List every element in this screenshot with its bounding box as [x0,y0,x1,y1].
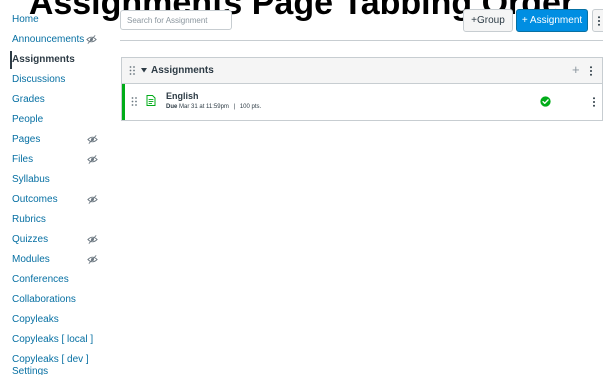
assignment-points: 100 pts. [239,104,262,110]
sidebar-item-label: Files [12,154,34,165]
caret-down-icon[interactable] [141,68,147,73]
sidebar-item-copyleaks-local[interactable]: Copyleaks [ local ] [12,330,112,350]
assignment-row[interactable]: English Due Mar 31 at 11:59pm | 100 pts. [122,84,602,120]
sidebar-item-label: Conferences [12,274,69,285]
sidebar-item-discussions[interactable]: Discussions [12,70,112,90]
sidebar-item-rubrics[interactable]: Rubrics [12,210,112,230]
eye-slash-icon [87,235,98,244]
assignment-group: Assignments + English Due Mar 31 at 11:5… [121,57,603,121]
sidebar-item-label: Announcements [12,34,85,45]
sidebar-item-label: Grades [12,94,45,105]
sidebar-item-collaborations[interactable]: Collaborations [12,290,112,310]
sidebar-item-label: Assignments [12,54,75,65]
assignment-group-header[interactable]: Assignments + [122,58,602,84]
kebab-menu-icon [598,16,600,26]
sidebar-item-assignments[interactable]: Assignments [10,50,112,70]
sidebar-item-label: Quizzes [12,234,49,245]
sidebar-item-outcomes[interactable]: Outcomes [12,190,112,210]
sidebar-item-label: Pages [12,134,41,145]
assignment-title-link[interactable]: English [166,91,199,101]
eye-slash-icon [87,135,98,144]
kebab-menu-icon[interactable] [589,66,593,76]
eye-slash-icon [86,35,97,44]
drag-handle-icon[interactable] [131,97,138,106]
sidebar-item-conferences[interactable]: Conferences [12,270,112,290]
sidebar-item-label: Syllabus [12,174,50,185]
sidebar-item-grades[interactable]: Grades [12,90,112,110]
sidebar-item-pages[interactable]: Pages [12,130,112,150]
due-label: Due [166,104,178,110]
meta-separator: | [233,104,236,110]
sidebar-item-copyleaks[interactable]: Copyleaks [12,310,112,330]
add-group-button[interactable]: +Group [463,9,513,32]
sidebar-item-label: Settings [12,366,49,375]
kebab-menu-icon[interactable] [592,97,596,107]
add-assignment-button[interactable]: + Assignment [516,9,588,32]
assignment-group-title: Assignments [151,65,214,76]
published-check-icon[interactable] [540,96,551,107]
sidebar-item-label: Modules [12,254,50,265]
sidebar-item-modules[interactable]: Modules [12,250,112,270]
page-settings-button[interactable] [592,9,603,32]
active-indicator [10,51,12,69]
due-date: Mar 31 at 11:59pm [179,104,229,110]
sidebar-item-settings[interactable]: Settings [12,362,112,375]
sidebar-item-label: Rubrics [12,214,46,225]
sidebar-item-home[interactable]: Home [12,10,112,30]
drag-handle-icon[interactable] [129,66,136,75]
sidebar-item-label: Discussions [12,74,66,85]
sidebar-item-label: Copyleaks [ local ] [12,334,94,345]
sidebar-item-label: People [12,114,44,125]
eye-slash-icon [87,155,98,164]
eye-slash-icon [87,255,98,264]
sidebar-item-quizzes[interactable]: Quizzes [12,230,112,250]
add-assignment-to-group-button[interactable]: + [572,63,580,77]
sidebar-item-people[interactable]: People [12,110,112,130]
sidebar-item-label: Home [12,14,39,25]
sidebar-item-label: Outcomes [12,194,58,205]
assignment-doc-icon [146,95,156,106]
sidebar-item-files[interactable]: Files [12,150,112,170]
assignments-page: Assignments Page Tabbing Order Home Anno… [0,0,603,375]
sidebar-item-syllabus[interactable]: Syllabus [12,170,112,190]
sidebar-item-label: Copyleaks [12,314,59,325]
toolbar-divider [120,40,603,41]
sidebar-item-label: Collaborations [12,294,76,305]
sidebar-item-announcements[interactable]: Announcements [12,30,112,50]
eye-slash-icon [87,195,98,204]
assignment-meta: Due Mar 31 at 11:59pm | 100 pts. [166,104,261,110]
search-input[interactable] [120,10,232,30]
course-navigation: Home Announcements Assignments Discussio… [0,0,112,375]
